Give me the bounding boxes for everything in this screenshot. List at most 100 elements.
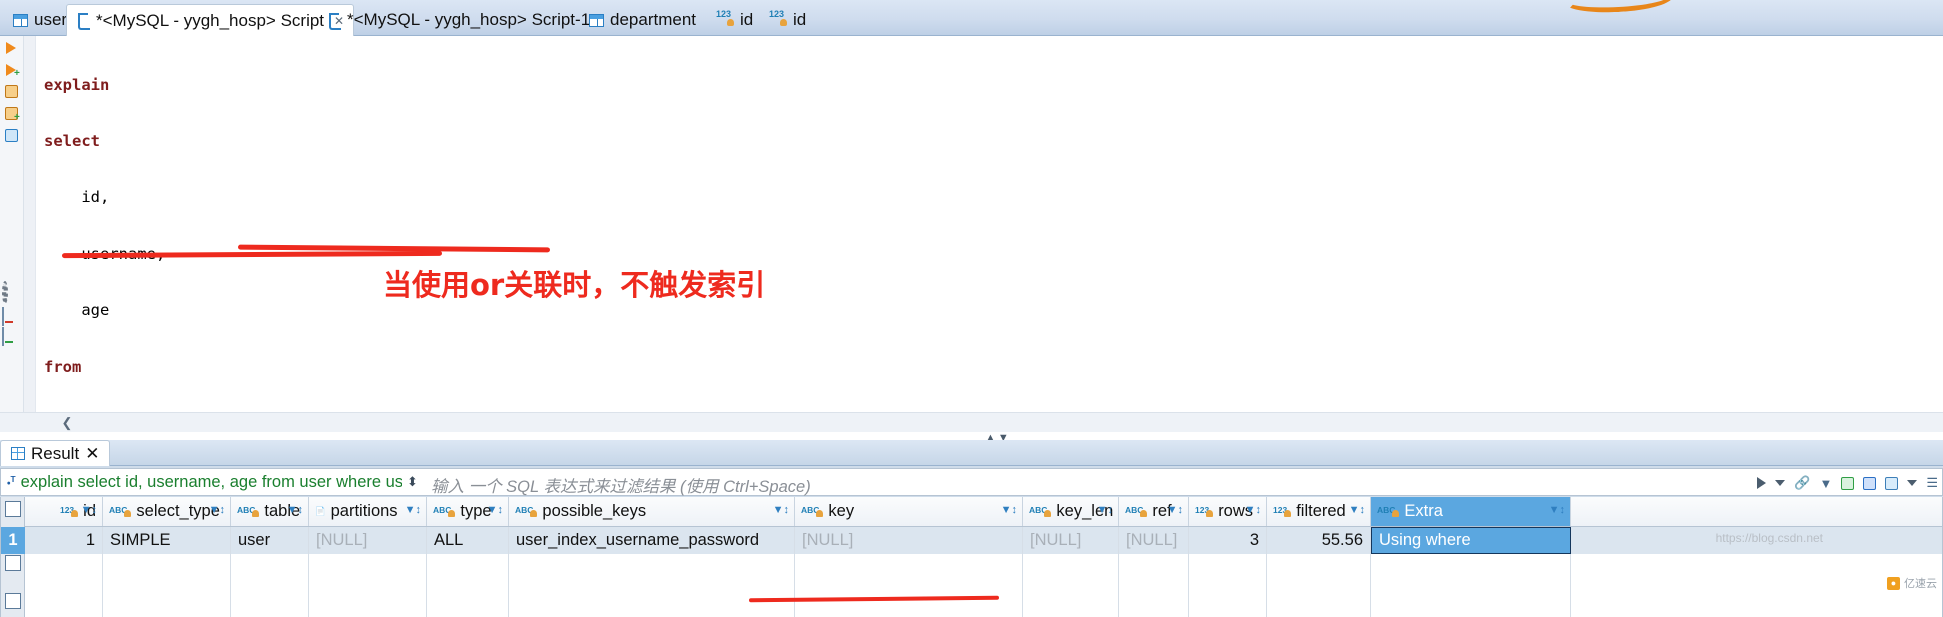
sort-filter-icon[interactable]: ▼↕ [1167,504,1183,516]
results-filter-bar[interactable]: •T explain select id, username, age from… [0,468,1943,496]
column-header-type[interactable]: ABC type ▼↕ [427,497,509,526]
column-header-select-type[interactable]: ABC select_type ▼↕ [103,497,231,526]
cell-ref[interactable]: [NULL] [1119,527,1189,554]
expand-icon[interactable]: ⬍ [407,474,423,490]
cell-type[interactable]: ALL [427,527,509,554]
record-mode-icon[interactable] [5,555,21,571]
empty-cell[interactable] [1371,581,1571,617]
empty-cell[interactable] [1023,581,1119,617]
filter-input-placeholder[interactable]: 输入 一个 SQL 表达式来过滤结果 (使用 Ctrl+Space) [431,473,811,497]
grid-mode-icon[interactable] [5,501,21,517]
column-header-rows[interactable]: 123 rows ▼↕ [1189,497,1267,526]
cell-select-type[interactable]: SIMPLE [103,527,231,554]
cell-key[interactable]: [NULL] [795,527,1023,554]
empty-cell[interactable] [103,554,231,581]
empty-cell[interactable] [1189,581,1267,617]
empty-cell[interactable] [1119,581,1189,617]
cell-id[interactable]: 1 [25,527,103,554]
filter-toolbar: 🔗 ▼ ☰ [1757,471,1938,495]
table-row[interactable]: 1 SIMPLE user [NULL] ALL user_index_user… [25,527,1942,554]
row-number[interactable]: 1 [1,527,25,554]
sort-filter-icon[interactable]: ▼↕ [1245,504,1261,516]
empty-cell[interactable] [309,581,427,617]
transpose-icon[interactable] [5,593,21,609]
link-icon[interactable]: 🔗 [1794,475,1810,491]
empty-cell[interactable] [103,581,231,617]
tab-department[interactable]: department [580,4,705,36]
empty-cell[interactable] [1371,554,1571,581]
tab-mysql-script[interactable]: *<MySQL - yygh_hosp> Script ✕ [66,4,355,36]
sort-filter-icon[interactable]: ▼↕ [81,504,97,516]
column-header-table[interactable]: ABC table ▼↕ [231,497,309,526]
empty-cell[interactable] [309,554,427,581]
results-grid[interactable]: 123 id ▼↕ ABC select_type ▼↕ ABC table ▼… [0,497,1943,617]
empty-cell[interactable] [231,554,309,581]
column-header-key[interactable]: ABC key ▼↕ [795,497,1023,526]
empty-cell[interactable] [25,581,103,617]
cell-rows[interactable]: 3 [1189,527,1267,554]
tab-id-1[interactable]: 123 id [707,4,762,36]
empty-cell[interactable] [1267,581,1371,617]
numeric-key-icon: 123 [769,10,788,26]
document-red-icon[interactable] [2,307,20,326]
empty-cell[interactable] [1119,554,1189,581]
empty-cell[interactable] [1267,554,1371,581]
empty-cell[interactable] [231,581,309,617]
cell-extra[interactable]: Using where [1371,527,1571,554]
settings-icon[interactable] [1885,476,1899,490]
empty-cell[interactable] [427,554,509,581]
execute-script-icon[interactable]: + [4,62,20,79]
sort-filter-icon[interactable]: ▼↕ [487,504,503,516]
grid-icon[interactable] [1863,476,1877,490]
cell-filtered[interactable]: 55.56 [1267,527,1371,554]
empty-cell[interactable] [509,554,795,581]
cell-possible-keys[interactable]: user_index_username_password [509,527,795,554]
grid-header-row: 123 id ▼↕ ABC select_type ▼↕ ABC table ▼… [25,497,1942,527]
chevron-down-icon[interactable] [1907,480,1918,486]
empty-cell[interactable] [427,581,509,617]
tab-id-2[interactable]: 123 id [760,4,815,36]
sort-filter-icon[interactable]: ▼↕ [287,504,303,516]
execute-statement-icon[interactable] [4,40,20,56]
sort-filter-icon[interactable]: ▼↕ [405,504,421,516]
empty-cell[interactable] [25,554,103,581]
play-icon[interactable] [1757,477,1767,489]
column-header-partitions[interactable]: 📄 partitions ▼↕ [309,497,427,526]
refresh-icon[interactable] [1841,476,1855,490]
sort-filter-icon[interactable]: ▼↕ [209,504,225,516]
column-header-possible-keys[interactable]: ABC possible_keys ▼↕ [509,497,795,526]
empty-cell[interactable] [1189,554,1267,581]
cell-partitions[interactable]: [NULL] [309,527,427,554]
explain-plan-icon[interactable] [4,128,20,144]
cell-key-len[interactable]: [NULL] [1023,527,1119,554]
sort-filter-icon[interactable]: ▼↕ [773,504,789,516]
sort-filter-icon[interactable]: ▼↕ [1349,504,1365,516]
sql-editor[interactable]: + + explain select id, age from 当使用or关联时… [0,36,1943,602]
column-header-id[interactable]: 123 id ▼↕ [25,497,103,526]
editor-horizontal-scrollbar[interactable]: ❮ [0,412,1943,432]
column-header-extra[interactable]: ABC Extra ▼↕ [1371,497,1571,526]
empty-cell[interactable] [795,554,1023,581]
scroll-left-icon[interactable]: ❮ [60,416,74,430]
sort-filter-icon[interactable]: ▼↕ [1001,504,1017,516]
menu-icon[interactable]: ☰ [1926,475,1938,491]
tab-label: *<MySQL - yygh_hosp> Script-1 [347,10,591,29]
tab-result[interactable]: Result ✕ [0,440,111,466]
column-header-key-len[interactable]: ABC key_len ▼↕ [1023,497,1119,526]
column-header-filtered[interactable]: 123 filtered ▼↕ [1267,497,1371,526]
dropdown-icon[interactable] [1775,480,1786,486]
column-header-ref[interactable]: ABC ref ▼↕ [1119,497,1189,526]
tab-mysql-script-1[interactable]: *<MySQL - yygh_hosp> Script-1 [318,4,599,36]
cell-table[interactable]: user [231,527,309,554]
sort-filter-icon[interactable]: ▼↕ [1097,504,1113,516]
empty-cell[interactable] [1023,554,1119,581]
execute-expression-icon[interactable]: + [4,106,20,123]
filter-icon[interactable]: ▼ [1819,476,1832,491]
close-icon[interactable]: ✕ [85,444,99,464]
empty-row[interactable] [25,554,1942,581]
document-green-icon[interactable] [2,327,20,346]
sort-filter-icon[interactable]: ▼↕ [1549,504,1565,516]
execute-in-new-tab-icon[interactable] [4,84,20,100]
gear-icon[interactable] [2,281,20,304]
executed-query-display[interactable]: •T explain select id, username, age from… [7,469,402,495]
